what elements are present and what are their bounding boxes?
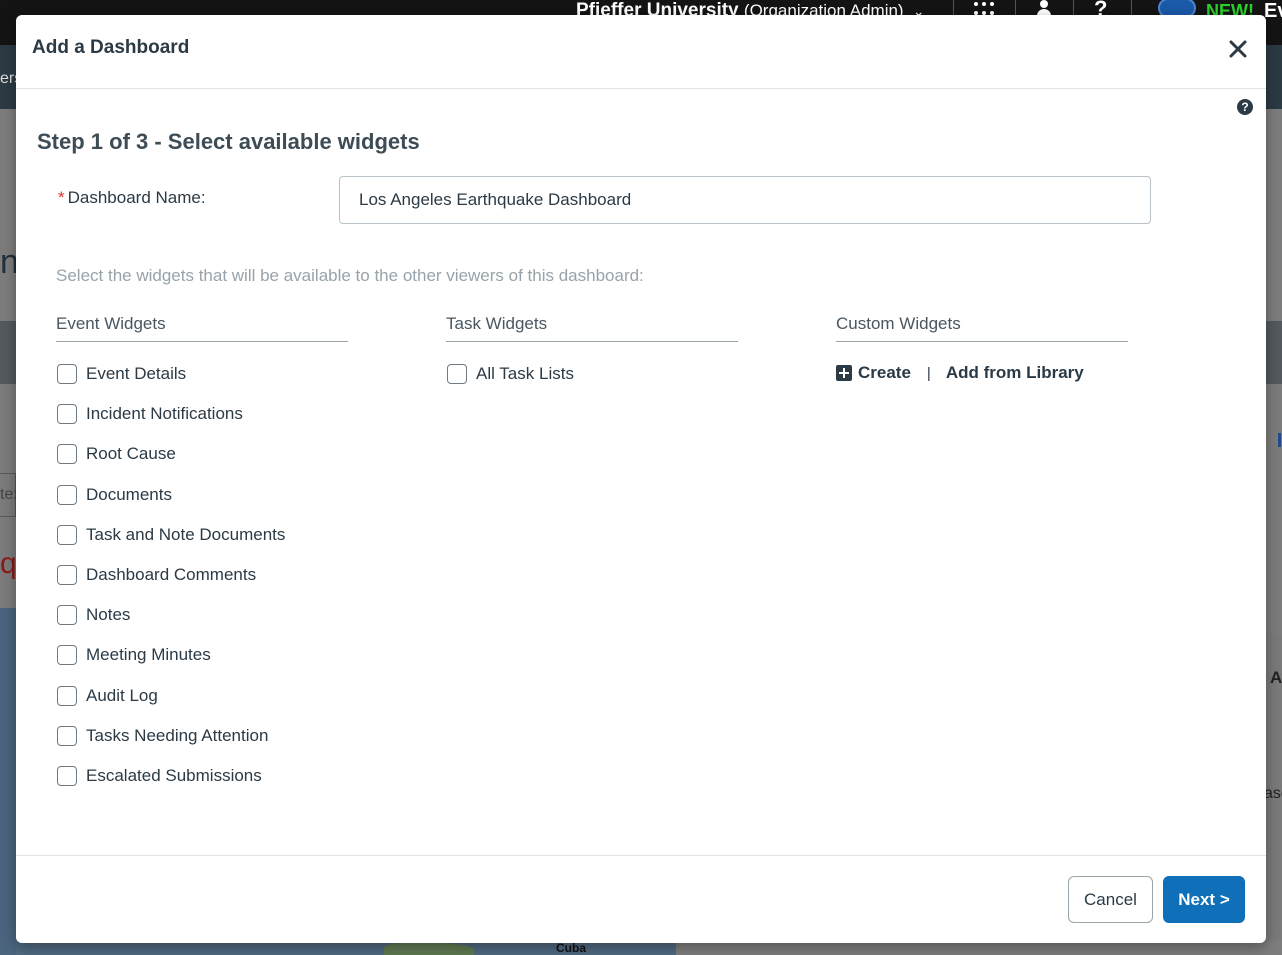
right-truncated-text: ase (1264, 785, 1282, 802)
checkbox[interactable] (57, 444, 77, 465)
widget-checkbox-dashboard-comments[interactable]: Dashboard Comments (56, 555, 348, 595)
checkbox[interactable] (57, 645, 77, 666)
event-widgets-list: Event Details Incident Notifications Roo… (56, 354, 348, 796)
divider (1073, 0, 1074, 16)
custom-widgets-heading: Custom Widgets (836, 314, 1128, 342)
widget-checkbox-audit-log[interactable]: Audit Log (56, 676, 348, 716)
widget-checkbox-tasks-needing-attention[interactable]: Tasks Needing Attention (56, 716, 348, 756)
checkbox-label: Documents (86, 484, 172, 504)
widget-checkbox-task-note-documents[interactable]: Task and Note Documents (56, 515, 348, 555)
widget-checkbox-all-task-lists[interactable]: All Task Lists (446, 354, 738, 394)
map-label: Cuba (556, 941, 586, 955)
divider (953, 0, 954, 16)
checkbox[interactable] (57, 765, 77, 786)
checkbox[interactable] (57, 404, 77, 425)
custom-widgets-column: Custom Widgets (836, 314, 1128, 342)
checkbox[interactable] (57, 484, 77, 505)
custom-widgets-actions: Create | Add from Library (836, 363, 1084, 383)
right-truncated-text: A (1270, 668, 1282, 687)
checkbox-label: Event Details (86, 364, 187, 384)
create-widget-button[interactable]: Create (836, 363, 911, 383)
task-widgets-heading: Task Widgets (446, 314, 738, 342)
widget-checkbox-root-cause[interactable]: Root Cause (56, 434, 348, 474)
checkbox-label: Tasks Needing Attention (86, 725, 269, 745)
checkbox-label: Escalated Submissions (86, 765, 262, 785)
widget-checkbox-escalated-submissions[interactable]: Escalated Submissions (56, 756, 348, 796)
checkbox-label: Root Cause (86, 444, 176, 464)
widgets-hint: Select the widgets that will be availabl… (56, 266, 644, 285)
dialog-footer: Cancel Next > (16, 855, 1266, 943)
plus-square-icon (836, 365, 852, 381)
checkbox-label: Dashboard Comments (86, 565, 257, 585)
right-accent-bar (1278, 433, 1281, 447)
step-title: Step 1 of 3 - Select available widgets (37, 129, 420, 154)
next-button[interactable]: Next > (1163, 876, 1245, 923)
event-widgets-heading: Event Widgets (56, 314, 348, 342)
dialog-title: Add a Dashboard (32, 37, 190, 58)
required-marker: * (58, 188, 65, 207)
checkbox[interactable] (57, 524, 77, 545)
help-icon[interactable]: ? (1237, 99, 1253, 115)
dashboard-name-input[interactable] (339, 176, 1151, 224)
checkbox[interactable] (57, 364, 77, 385)
action-separator: | (926, 364, 931, 382)
checkbox-label: Meeting Minutes (86, 645, 211, 665)
widget-checkbox-incident-notifications[interactable]: Incident Notifications (56, 394, 348, 434)
task-widgets-column: Task Widgets All Task Lists (446, 314, 738, 394)
checkbox-label: All Task Lists (476, 364, 574, 384)
add-dashboard-dialog: Add a Dashboard ? Step 1 of 3 - Select a… (16, 15, 1266, 943)
apps-grid-icon[interactable] (974, 2, 996, 16)
dashboard-name-label-text: Dashboard Name: (67, 188, 206, 207)
widget-checkbox-meeting-minutes[interactable]: Meeting Minutes (56, 635, 348, 675)
widget-checkbox-notes[interactable]: Notes (56, 595, 348, 635)
checkbox-label: Audit Log (86, 685, 158, 705)
checkbox-label: Task and Note Documents (86, 524, 286, 544)
divider (1015, 0, 1016, 16)
checkbox-label: Incident Notifications (86, 404, 243, 424)
event-widgets-column: Event Widgets Event Details Incident Not… (56, 314, 348, 796)
dashboard-name-label: * Dashboard Name: (58, 188, 206, 208)
checkbox[interactable] (447, 364, 467, 385)
cancel-button[interactable]: Cancel (1068, 876, 1153, 923)
add-from-library-link[interactable]: Add from Library (946, 363, 1084, 383)
checkbox[interactable] (57, 605, 77, 626)
truncated-label: Ev (1264, 0, 1282, 22)
checkbox[interactable] (57, 725, 77, 746)
map-area (0, 608, 16, 955)
close-icon[interactable] (1229, 40, 1251, 62)
widget-checkbox-event-details[interactable]: Event Details (56, 354, 348, 394)
checkbox-label: Notes (86, 605, 131, 625)
create-widget-label: Create (858, 363, 911, 382)
checkbox[interactable] (57, 565, 77, 586)
divider (1131, 0, 1132, 16)
task-widgets-list: All Task Lists (446, 354, 738, 394)
checkbox[interactable] (57, 685, 77, 706)
map-landmass (384, 942, 474, 955)
widget-checkbox-documents[interactable]: Documents (56, 475, 348, 515)
dialog-header: Add a Dashboard (16, 15, 1266, 89)
